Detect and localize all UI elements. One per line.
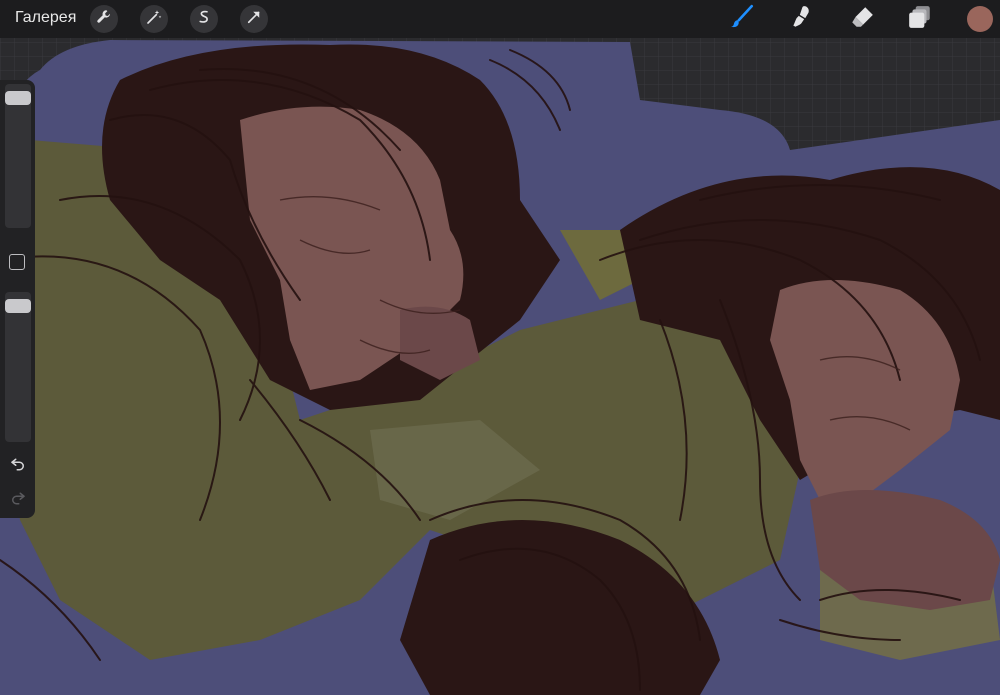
selection-icon [195,8,213,31]
smudge-icon [789,4,815,35]
selection-button[interactable] [190,5,218,33]
brush-icon [729,4,755,35]
eraser-icon [849,4,875,35]
top-toolbar: Галерея [0,0,1000,38]
redo-icon [12,492,25,505]
wrench-icon [95,8,113,31]
smudge-tool[interactable] [788,5,816,33]
undo-button[interactable] [9,454,27,472]
eraser-tool[interactable] [848,5,876,33]
modify-button[interactable] [9,254,25,270]
brush-tool[interactable] [728,4,756,35]
gallery-button[interactable]: Галерея [15,9,76,27]
magic-wand-icon [145,8,163,31]
brush-size-thumb[interactable] [5,91,31,105]
opacity-slider[interactable] [5,292,31,442]
layers-icon [907,4,933,35]
undo-icon [11,458,24,471]
drawing-canvas[interactable] [0,38,1000,695]
opacity-thumb[interactable] [5,299,31,313]
transform-arrow-icon [245,8,263,31]
artwork-illustration [0,38,1000,695]
actions-button[interactable] [90,5,118,33]
adjustments-button[interactable] [140,5,168,33]
redo-button[interactable] [9,488,27,506]
left-sidebar [0,80,35,518]
transform-button[interactable] [240,5,268,33]
brush-size-slider[interactable] [5,84,31,228]
color-swatch-button[interactable] [967,6,993,32]
layers-tool[interactable] [906,5,934,33]
